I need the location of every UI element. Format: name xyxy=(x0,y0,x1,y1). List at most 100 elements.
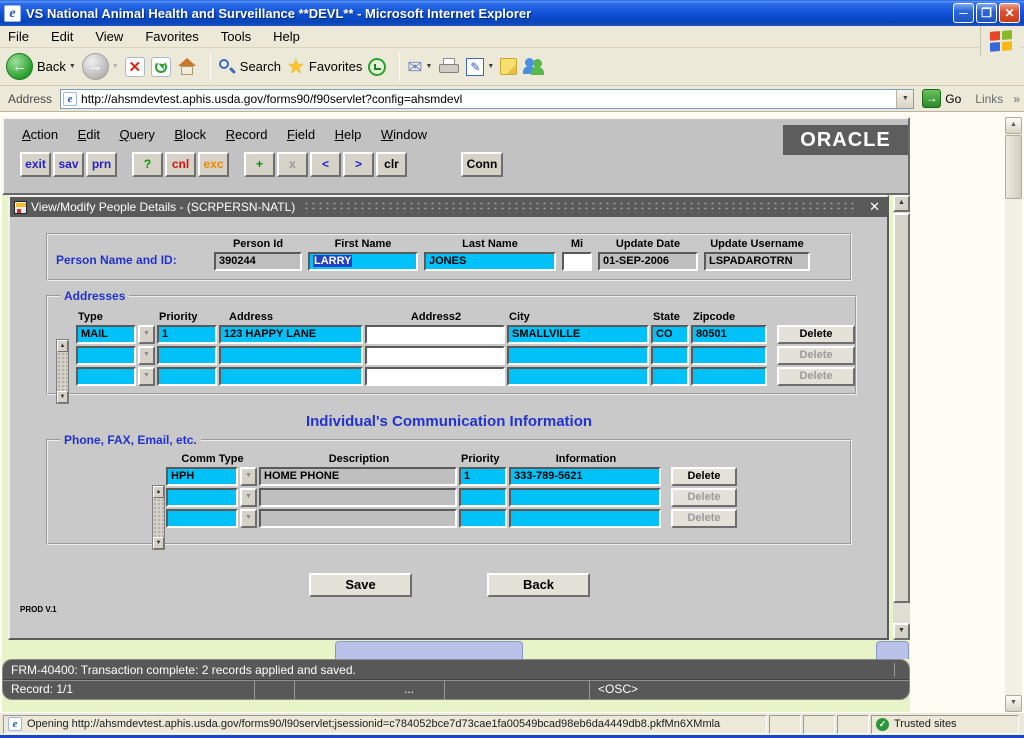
next-record-button[interactable]: > xyxy=(343,152,374,177)
previous-record-button[interactable]: < xyxy=(310,152,341,177)
comm-type-field[interactable] xyxy=(166,488,238,507)
address-field[interactable] xyxy=(219,367,363,386)
menu-help[interactable]: Help xyxy=(273,29,300,44)
comm-priority-field[interactable] xyxy=(459,509,507,528)
scroll-track[interactable] xyxy=(153,498,164,537)
comm-type-field[interactable]: HPH xyxy=(166,467,238,486)
first-name-field[interactable]: LARRY xyxy=(308,252,418,271)
menu-edit[interactable]: Edit xyxy=(51,29,73,44)
history-button[interactable] xyxy=(368,58,386,76)
address2-field[interactable] xyxy=(365,346,505,365)
information-field[interactable] xyxy=(509,509,661,528)
type-field[interactable]: MAIL xyxy=(76,325,136,344)
scroll-up-icon[interactable]: ▲ xyxy=(893,195,910,212)
minimize-button[interactable]: ─ xyxy=(953,3,974,23)
forms-menu-query[interactable]: Query xyxy=(119,127,154,142)
print-record-button[interactable]: prn xyxy=(86,152,117,177)
priority-field[interactable]: 1 xyxy=(157,325,217,344)
comm-type-field[interactable] xyxy=(166,509,238,528)
menu-file[interactable]: File xyxy=(8,29,29,44)
people-details-titlebar[interactable]: View/Modify People Details - (SCRPERSN-N… xyxy=(10,197,887,217)
address-field[interactable] xyxy=(219,346,363,365)
comm-type-dropdown-icon[interactable]: ▼ xyxy=(240,509,257,528)
scroll-thumb[interactable] xyxy=(893,213,910,603)
forms-menu-record[interactable]: Record xyxy=(226,127,268,142)
scroll-down-icon[interactable]: ▼ xyxy=(893,623,910,640)
type-dropdown-icon[interactable]: ▼ xyxy=(138,346,155,365)
print-button[interactable] xyxy=(438,57,460,77)
scroll-up-icon[interactable]: ▲ xyxy=(153,486,164,498)
type-dropdown-icon[interactable]: ▼ xyxy=(138,325,155,344)
last-name-field[interactable]: JONES xyxy=(424,252,556,271)
city-field[interactable] xyxy=(507,367,649,386)
links-chevron-icon[interactable]: » xyxy=(1013,92,1020,106)
scroll-down-icon[interactable]: ▼ xyxy=(153,537,164,549)
address2-field[interactable] xyxy=(365,367,505,386)
forms-menu-window[interactable]: Window xyxy=(381,127,427,142)
favorites-button[interactable]: ★ Favorites xyxy=(287,58,362,76)
menu-view[interactable]: View xyxy=(95,29,123,44)
comm-priority-field[interactable]: 1 xyxy=(459,467,507,486)
type-field[interactable] xyxy=(76,346,136,365)
forward-button[interactable]: → ▼ xyxy=(82,53,119,80)
delete-comm-button[interactable]: Delete xyxy=(671,467,737,486)
home-button[interactable] xyxy=(177,57,197,77)
scroll-track[interactable] xyxy=(57,352,68,391)
forms-menu-action[interactable]: Action xyxy=(22,127,58,142)
state-field[interactable] xyxy=(651,346,689,365)
menu-tools[interactable]: Tools xyxy=(221,29,251,44)
browser-scrollbar[interactable]: ▲ ▼ xyxy=(1005,117,1022,712)
comm-priority-field[interactable] xyxy=(459,488,507,507)
mail-button[interactable]: ✉ ▼ xyxy=(407,58,432,76)
messenger-button[interactable] xyxy=(523,57,545,77)
mail-dropdown-icon[interactable]: ▼ xyxy=(425,63,432,70)
edit-dropdown-icon[interactable]: ▼ xyxy=(487,63,494,70)
priority-field[interactable] xyxy=(157,346,217,365)
scroll-up-icon[interactable]: ▲ xyxy=(1005,117,1022,134)
back-button-form[interactable]: Back xyxy=(487,573,590,597)
zipcode-field[interactable] xyxy=(691,367,767,386)
address2-field[interactable] xyxy=(365,325,505,344)
add-record-button[interactable]: + xyxy=(244,152,275,177)
zipcode-field[interactable] xyxy=(691,346,767,365)
scroll-down-icon[interactable]: ▼ xyxy=(1005,695,1022,712)
refresh-button[interactable] xyxy=(151,57,171,77)
forms-menu-field[interactable]: Field xyxy=(287,127,315,142)
clear-button[interactable]: clr xyxy=(376,152,407,177)
scroll-up-icon[interactable]: ▲ xyxy=(57,340,68,352)
back-dropdown-icon[interactable]: ▼ xyxy=(69,63,76,70)
forms-menu-help[interactable]: Help xyxy=(335,127,362,142)
address-input[interactable] xyxy=(81,92,896,106)
comm-type-dropdown-icon[interactable]: ▼ xyxy=(240,467,257,486)
remove-record-button[interactable]: x xyxy=(277,152,308,177)
forms-menu-block[interactable]: Block xyxy=(174,127,206,142)
city-field[interactable] xyxy=(507,346,649,365)
communication-scrollbar[interactable]: ▲ ▼ xyxy=(152,485,165,550)
help-button[interactable]: ? xyxy=(132,152,163,177)
go-button[interactable]: → Go xyxy=(922,89,961,108)
execute-button[interactable]: exc xyxy=(198,152,229,177)
city-field[interactable]: SMALLVILLE xyxy=(507,325,649,344)
comm-type-dropdown-icon[interactable]: ▼ xyxy=(240,488,257,507)
forms-menu-edit[interactable]: Edit xyxy=(78,127,100,142)
scroll-thumb[interactable] xyxy=(1005,135,1022,199)
information-field[interactable] xyxy=(509,488,661,507)
close-button[interactable]: ✕ xyxy=(999,3,1020,23)
address-field[interactable]: 123 HAPPY LANE xyxy=(219,325,363,344)
stop-button[interactable]: ✕ xyxy=(125,57,145,77)
address-dropdown-icon[interactable]: ▼ xyxy=(896,90,913,108)
save-record-button[interactable]: sav xyxy=(53,152,84,177)
state-field[interactable]: CO xyxy=(651,325,689,344)
cancel-button[interactable]: cnl xyxy=(165,152,196,177)
applet-scrollbar[interactable]: ▲ ▼ xyxy=(893,195,910,640)
addresses-scrollbar[interactable]: ▲ ▼ xyxy=(56,339,69,404)
type-field[interactable] xyxy=(76,367,136,386)
state-field[interactable] xyxy=(651,367,689,386)
scroll-down-icon[interactable]: ▼ xyxy=(57,391,68,403)
type-dropdown-icon[interactable]: ▼ xyxy=(138,367,155,386)
links-bar[interactable]: Links » xyxy=(975,92,1020,106)
priority-field[interactable] xyxy=(157,367,217,386)
edit-button[interactable]: ✎ ▼ xyxy=(466,58,494,76)
conn-button[interactable]: Conn xyxy=(461,152,503,177)
mi-field[interactable] xyxy=(562,252,592,271)
